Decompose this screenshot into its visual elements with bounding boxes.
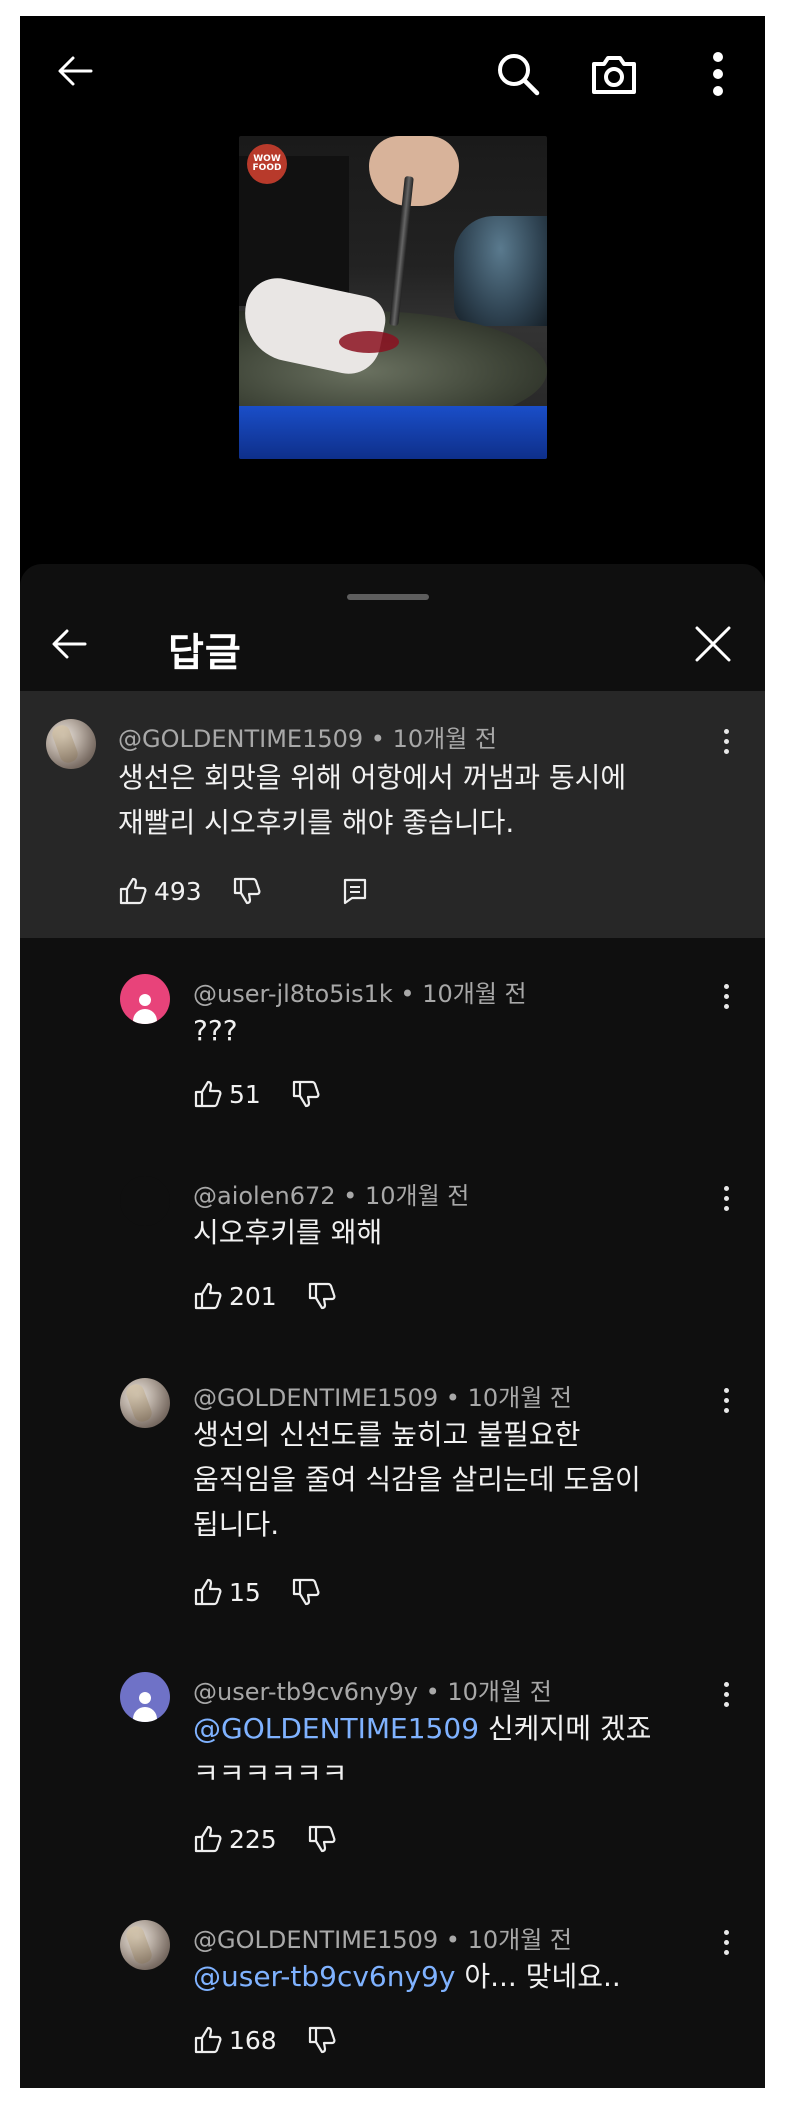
thumb-up-icon[interactable] — [193, 2025, 223, 2055]
comment-menu-button[interactable] — [716, 1178, 736, 1218]
camera-button[interactable] — [586, 46, 642, 102]
mention-link[interactable]: @user-tb9cv6ny9y — [193, 1960, 455, 1993]
comment-time: 10개월 전 — [467, 1926, 573, 1954]
comment-actions: 201 — [193, 1276, 337, 1316]
reply-item: @aiolen672 • 10개월 전 시오후키를 왜해 201 — [20, 1176, 765, 1366]
comment-meta: @GOLDENTIME1509 • 10개월 전 — [193, 1926, 573, 1954]
thumb-down-icon[interactable] — [291, 1079, 321, 1109]
comment-actions: 225 — [193, 1819, 337, 1859]
comment-menu-button[interactable] — [716, 1380, 736, 1420]
arrow-left-icon — [58, 56, 93, 86]
comment-text: ??? — [193, 1014, 238, 1047]
close-button[interactable] — [685, 616, 741, 672]
thumb-down-icon[interactable] — [291, 1577, 321, 1607]
like-count: 493 — [154, 876, 202, 906]
comment-meta: @user-jl8to5is1k • 10개월 전 — [193, 980, 527, 1008]
author-name[interactable]: @GOLDENTIME1509 — [118, 725, 363, 753]
top-bar — [20, 16, 765, 116]
avatar[interactable] — [120, 1920, 170, 1970]
comment-actions: 168 — [193, 2020, 337, 2060]
video-player[interactable]: WOW FOOD — [239, 136, 547, 459]
author-name[interactable]: @GOLDENTIME1509 — [193, 1926, 438, 1954]
replies-sheet: 답글 @GOLDENTIME1509 • 10개월 전 생선은 회맛을 위해 어… — [20, 564, 765, 2124]
comment-menu-button[interactable] — [716, 976, 736, 1016]
avatar[interactable] — [120, 1672, 170, 1722]
app-frame: WOW FOOD 답글 @GOLDENTIME1509 • 10개월 전 생선은… — [20, 16, 765, 2124]
arrow-left-icon — [52, 629, 87, 659]
comment-meta: @aiolen672 • 10개월 전 — [193, 1182, 470, 1210]
thumb-up-icon[interactable] — [193, 1079, 223, 1109]
thumb-up-icon[interactable] — [118, 876, 148, 906]
back-button[interactable] — [50, 46, 100, 96]
close-icon — [695, 626, 731, 662]
parent-comment: @GOLDENTIME1509 • 10개월 전 생선은 회맛을 위해 어항에서… — [20, 691, 765, 938]
comment-time: 10개월 전 — [364, 1182, 470, 1210]
thumb-down-icon[interactable] — [307, 1824, 337, 1854]
comment-menu-button[interactable] — [716, 721, 736, 761]
bottom-strip — [0, 2088, 786, 2124]
thumb-up-icon[interactable] — [193, 1824, 223, 1854]
thumb-down-icon[interactable] — [307, 2025, 337, 2055]
comment-menu-button[interactable] — [716, 1674, 736, 1714]
avatar[interactable] — [120, 1176, 170, 1226]
comment-actions: 51 — [193, 1074, 321, 1114]
comment-text: 시오후키를 왜해 — [193, 1216, 383, 1249]
avatar[interactable] — [120, 974, 170, 1024]
comment-time: 10개월 전 — [422, 980, 527, 1008]
camera-icon — [592, 56, 636, 94]
thumb-up-icon[interactable] — [193, 1281, 223, 1311]
comment-time: 10개월 전 — [467, 1384, 573, 1412]
author-name[interactable]: @aiolen672 — [193, 1182, 336, 1210]
sheet-back-button[interactable] — [44, 619, 94, 669]
avatar[interactable] — [120, 1378, 170, 1428]
comment-time: 10개월 전 — [392, 725, 498, 753]
reply-item: @user-jl8to5is1k • 10개월 전 ??? 51 — [20, 974, 765, 1164]
comment-text: 생선의 신선도를 높히고 불필요한 움직임을 줄여 식감을 살리는데 도움이 됩… — [193, 1418, 641, 1541]
sheet-header: 답글 — [20, 604, 765, 690]
comment-text: 생선은 회맛을 위해 어항에서 꺼냄과 동시에 재빨리 시오후키를 해야 좋습니… — [118, 761, 627, 839]
thumb-down-icon[interactable] — [232, 876, 262, 906]
comment-icon[interactable] — [342, 877, 368, 905]
search-icon — [498, 54, 540, 96]
mention-link[interactable]: @GOLDENTIME1509 — [193, 1712, 479, 1745]
comment-meta: @GOLDENTIME1509 • 10개월 전 — [118, 725, 498, 753]
author-name[interactable]: @user-jl8to5is1k — [193, 980, 393, 1008]
more-options-button[interactable] — [700, 46, 736, 102]
comment-menu-button[interactable] — [716, 1922, 736, 1962]
comment-text: @user-tb9cv6ny9y 아... 맞네요.. — [193, 1960, 621, 1993]
like-count: 225 — [229, 1824, 277, 1854]
author-name[interactable]: @GOLDENTIME1509 — [193, 1384, 438, 1412]
comment-actions: 493 — [118, 871, 368, 911]
reply-item: @GOLDENTIME1509 • 10개월 전 생선의 신선도를 높히고 불필… — [20, 1378, 765, 1658]
comment-meta: @user-tb9cv6ny9y • 10개월 전 — [193, 1678, 552, 1706]
more-vert-icon — [713, 52, 723, 96]
thumb-up-icon[interactable] — [193, 1577, 223, 1607]
comment-text: @GOLDENTIME1509 신케지메 겠죠 ㅋㅋㅋㅋㅋㅋ — [193, 1712, 652, 1790]
sheet-title: 답글 — [168, 631, 242, 676]
thumb-down-icon[interactable] — [307, 1281, 337, 1311]
like-count: 51 — [229, 1079, 261, 1109]
like-count: 201 — [229, 1281, 277, 1311]
drag-handle[interactable] — [347, 594, 429, 600]
comment-actions: 15 — [193, 1572, 321, 1612]
comment-time: 10개월 전 — [447, 1678, 552, 1706]
channel-logo: WOW FOOD — [247, 144, 287, 184]
reply-item: @user-tb9cv6ny9y • 10개월 전 @GOLDENTIME150… — [20, 1672, 765, 1902]
comment-meta: @GOLDENTIME1509 • 10개월 전 — [193, 1384, 573, 1412]
search-button[interactable] — [490, 46, 546, 102]
author-name[interactable]: @user-tb9cv6ny9y — [193, 1678, 418, 1706]
reply-item: @GOLDENTIME1509 • 10개월 전 @user-tb9cv6ny9… — [20, 1920, 765, 2110]
like-count: 168 — [229, 2025, 277, 2055]
avatar[interactable] — [46, 719, 96, 769]
like-count: 15 — [229, 1577, 261, 1607]
